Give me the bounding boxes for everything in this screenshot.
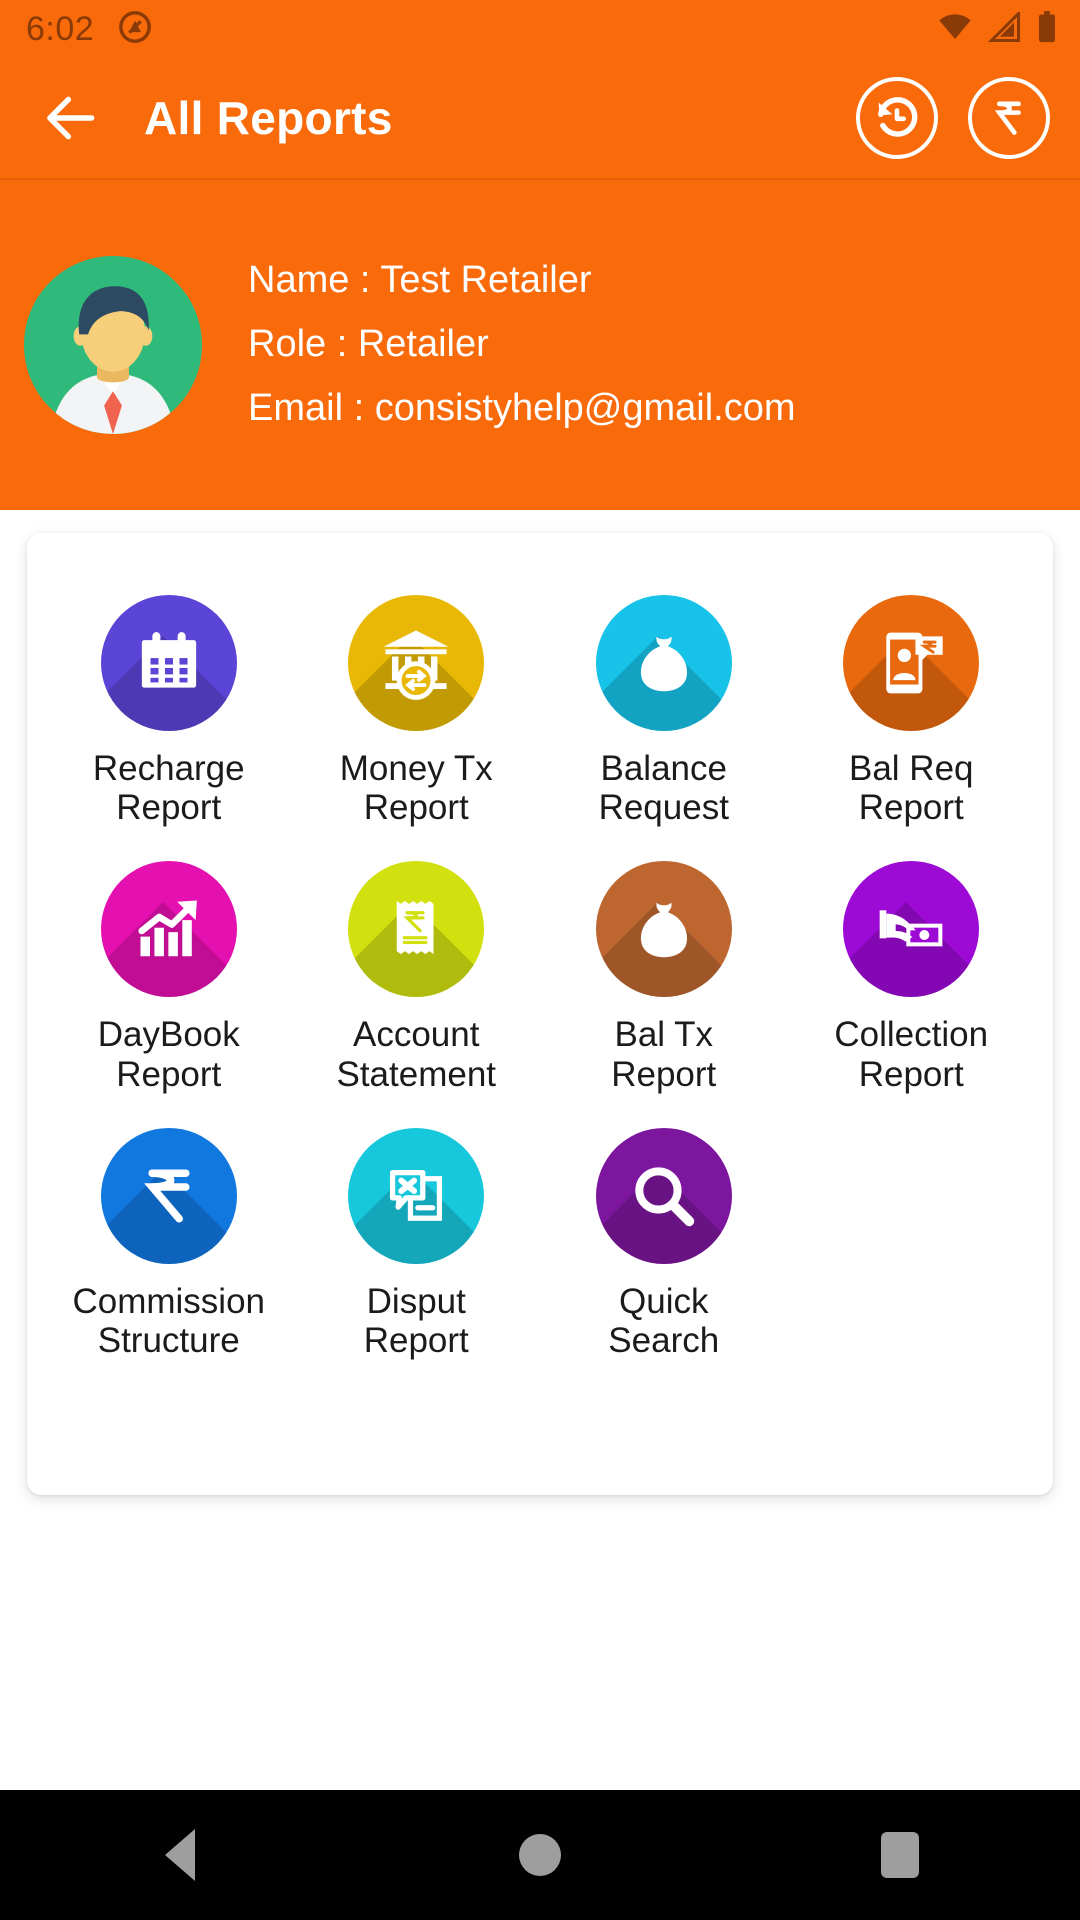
status-bar-left: 6:02	[26, 10, 152, 49]
app-bar-actions	[856, 77, 1050, 159]
cellular-signal-icon	[987, 9, 1022, 47]
profile-email: Email : consistyhelp@gmail.com	[248, 386, 796, 429]
system-navigation-bar	[0, 1790, 1080, 1920]
report-tile[interactable]: Money Tx Report	[293, 585, 541, 827]
report-tile-label: Balance Request	[598, 749, 729, 828]
report-tile-label: Collection Report	[834, 1015, 989, 1094]
nav-recents-button[interactable]	[840, 1790, 960, 1920]
arrow-left-icon[interactable]	[40, 87, 102, 149]
money-bag-icon	[595, 595, 732, 731]
report-tile[interactable]: Bal Req Report	[788, 585, 1036, 827]
report-tile[interactable]: Balance Request	[540, 585, 788, 827]
report-tile-label: DayBook Report	[97, 1015, 240, 1094]
report-tile-label: Commission Structure	[72, 1281, 266, 1360]
report-tile[interactable]: Account Statement	[293, 851, 541, 1094]
profile-name: Name : Test Retailer	[248, 259, 592, 302]
report-tile[interactable]: Commission Structure	[45, 1118, 293, 1360]
money-bag-icon	[595, 861, 732, 998]
nav-home-button[interactable]	[480, 1790, 600, 1920]
bar-chart-growth-icon	[100, 861, 237, 998]
rupee-symbol-icon	[100, 1127, 237, 1264]
circle-home-icon	[519, 1834, 561, 1876]
report-tile-label: Bal Req Report	[848, 749, 974, 828]
magnifier-icon	[595, 1127, 732, 1264]
receipt-rupee-icon	[348, 861, 485, 998]
report-tile-label: Recharge Report	[92, 749, 245, 828]
wifi-icon	[936, 12, 974, 47]
profile-role: Role : Retailer	[248, 323, 489, 366]
status-bar-clock: 6:02	[26, 10, 95, 48]
triangle-back-icon	[165, 1829, 195, 1881]
report-tile-label: Account Statement	[336, 1015, 497, 1094]
app-bar: All Reports	[0, 58, 1080, 178]
report-tile[interactable]: Bal Tx Report	[540, 851, 788, 1094]
battery-full-icon	[1036, 10, 1058, 48]
calendar-icon	[100, 595, 237, 731]
report-tile[interactable]: DayBook Report	[45, 851, 293, 1094]
nav-back-button[interactable]	[120, 1790, 240, 1920]
hand-cash-icon	[843, 861, 980, 998]
page-title: All Reports	[144, 92, 393, 144]
circle-slash-notification-icon	[118, 10, 152, 49]
rupee-icon[interactable]	[968, 77, 1050, 159]
profile-band: Name : Test Retailer Role : Retailer Ema…	[0, 178, 1080, 510]
profile-info: Name : Test Retailer Role : Retailer Ema…	[248, 259, 796, 429]
report-tile[interactable]: Disput Report	[293, 1118, 541, 1360]
report-tile-label: Disput Report	[363, 1281, 469, 1360]
report-tile-label: Bal Tx Report	[611, 1015, 717, 1094]
report-tile-label: Quick Search	[608, 1281, 720, 1360]
user-avatar-icon	[24, 256, 202, 434]
report-tile-label: Money Tx Report	[339, 749, 493, 828]
status-bar-right	[936, 9, 1058, 48]
report-tile[interactable]: Quick Search	[540, 1118, 788, 1360]
mobile-request-icon	[843, 595, 980, 731]
dispute-document-icon	[348, 1127, 485, 1264]
status-bar: 6:02	[0, 0, 1080, 58]
bank-exchange-icon	[348, 595, 485, 731]
square-recents-icon	[881, 1832, 919, 1878]
avatar	[24, 256, 202, 434]
report-tile[interactable]: Recharge Report	[45, 585, 293, 827]
reports-grid: Recharge Report Money Tx Report Balance …	[27, 585, 1053, 1360]
reports-card: Recharge Report Money Tx Report Balance …	[27, 533, 1053, 1495]
history-restore-icon[interactable]	[856, 77, 938, 159]
report-tile[interactable]: Collection Report	[788, 851, 1036, 1094]
